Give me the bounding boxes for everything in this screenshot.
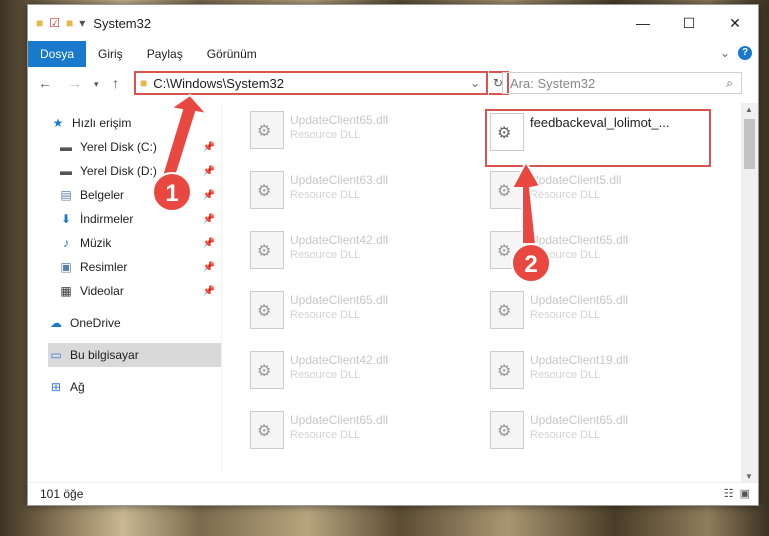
arrow-1 <box>160 93 210 177</box>
step-1-marker: 1 <box>152 172 192 212</box>
annotation-arrows <box>160 93 542 245</box>
arrow-2 <box>510 159 542 245</box>
step-2-marker: 2 <box>511 243 551 283</box>
